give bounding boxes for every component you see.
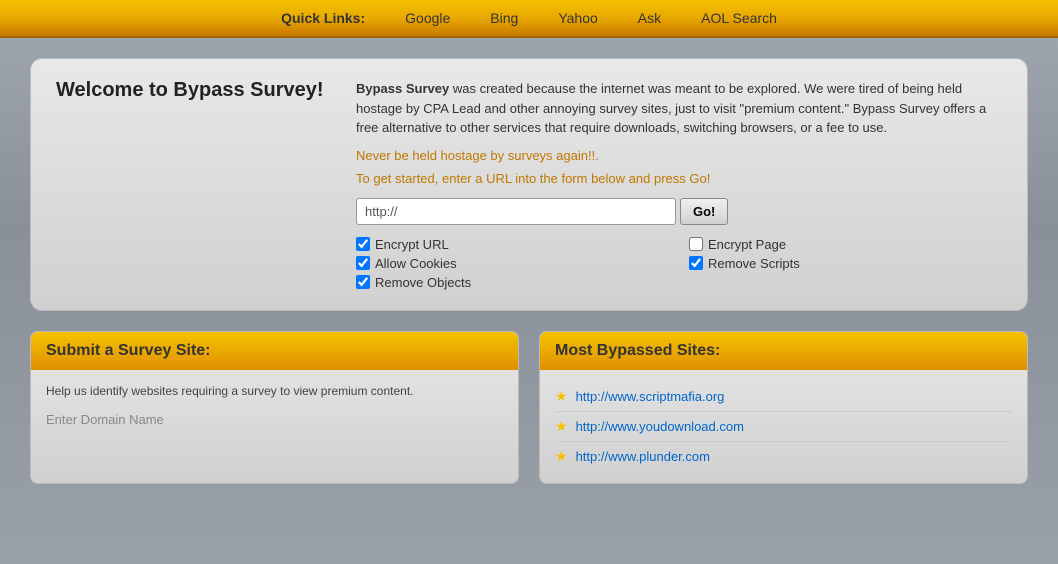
welcome-desc-body: was created because the internet was mea… bbox=[356, 81, 986, 135]
nav-link-yahoo[interactable]: Yahoo bbox=[558, 10, 597, 26]
option-encrypt-page[interactable]: Encrypt Page bbox=[689, 237, 1002, 252]
welcome-right: Bypass Survey was created because the in… bbox=[356, 79, 1002, 290]
option-remove-scripts[interactable]: Remove Scripts bbox=[689, 256, 1002, 271]
welcome-instruction: To get started, enter a URL into the for… bbox=[356, 171, 1002, 186]
bypassed-panel-header: Most Bypassed Sites: bbox=[540, 332, 1027, 370]
bottom-panels: Submit a Survey Site: Help us identify w… bbox=[30, 331, 1028, 484]
option-allow-cookies-label: Allow Cookies bbox=[375, 256, 457, 271]
welcome-left: Welcome to Bypass Survey! bbox=[56, 79, 336, 290]
submit-panel-desc: Help us identify websites requiring a su… bbox=[46, 382, 503, 400]
option-encrypt-url-label: Encrypt URL bbox=[375, 237, 449, 252]
star-icon-3: ★ bbox=[555, 448, 568, 465]
list-item: ★ http://www.scriptmafia.org bbox=[555, 382, 1012, 412]
nav-link-google[interactable]: Google bbox=[405, 10, 450, 26]
nav-quick-links-label: Quick Links: bbox=[281, 10, 365, 26]
list-item: ★ http://www.youdownload.com bbox=[555, 412, 1012, 442]
welcome-description: Bypass Survey was created because the in… bbox=[356, 79, 1002, 138]
options-grid: Encrypt URL Encrypt Page Allow Cookies R… bbox=[356, 237, 1002, 290]
main-content: Welcome to Bypass Survey! Bypass Survey … bbox=[0, 38, 1058, 504]
option-remove-objects[interactable]: Remove Objects bbox=[356, 275, 669, 290]
option-encrypt-url[interactable]: Encrypt URL bbox=[356, 237, 669, 252]
go-button[interactable]: Go! bbox=[680, 198, 728, 225]
bypassed-panel-body: ★ http://www.scriptmafia.org ★ http://ww… bbox=[540, 370, 1027, 483]
checkbox-remove-objects[interactable] bbox=[356, 275, 370, 289]
nav-link-aol[interactable]: AOL Search bbox=[701, 10, 777, 26]
nav-bar: Quick Links: Google Bing Yahoo Ask AOL S… bbox=[0, 0, 1058, 38]
submit-domain-label: Enter Domain Name bbox=[46, 412, 503, 427]
site-list: ★ http://www.scriptmafia.org ★ http://ww… bbox=[555, 382, 1012, 471]
submit-panel-body: Help us identify websites requiring a su… bbox=[31, 370, 518, 439]
site-link-2[interactable]: http://www.youdownload.com bbox=[576, 419, 744, 434]
option-encrypt-page-label: Encrypt Page bbox=[708, 237, 786, 252]
option-allow-cookies[interactable]: Allow Cookies bbox=[356, 256, 669, 271]
welcome-tagline: Never be held hostage by surveys again!!… bbox=[356, 148, 1002, 163]
checkbox-remove-scripts[interactable] bbox=[689, 256, 703, 270]
list-item: ★ http://www.plunder.com bbox=[555, 442, 1012, 471]
site-link-1[interactable]: http://www.scriptmafia.org bbox=[576, 389, 725, 404]
submit-panel: Submit a Survey Site: Help us identify w… bbox=[30, 331, 519, 484]
star-icon-1: ★ bbox=[555, 388, 568, 405]
site-link-3[interactable]: http://www.plunder.com bbox=[576, 449, 710, 464]
url-form: Go! bbox=[356, 198, 1002, 225]
nav-link-ask[interactable]: Ask bbox=[638, 10, 661, 26]
nav-link-bing[interactable]: Bing bbox=[490, 10, 518, 26]
submit-panel-header: Submit a Survey Site: bbox=[31, 332, 518, 370]
bypass-survey-brand: Bypass Survey bbox=[356, 81, 449, 96]
checkbox-allow-cookies[interactable] bbox=[356, 256, 370, 270]
checkbox-encrypt-page[interactable] bbox=[689, 237, 703, 251]
url-input[interactable] bbox=[356, 198, 676, 225]
option-remove-objects-label: Remove Objects bbox=[375, 275, 471, 290]
star-icon-2: ★ bbox=[555, 418, 568, 435]
option-remove-scripts-label: Remove Scripts bbox=[708, 256, 800, 271]
bypassed-panel: Most Bypassed Sites: ★ http://www.script… bbox=[539, 331, 1028, 484]
checkbox-encrypt-url[interactable] bbox=[356, 237, 370, 251]
welcome-card: Welcome to Bypass Survey! Bypass Survey … bbox=[30, 58, 1028, 311]
welcome-title: Welcome to Bypass Survey! bbox=[56, 79, 336, 102]
